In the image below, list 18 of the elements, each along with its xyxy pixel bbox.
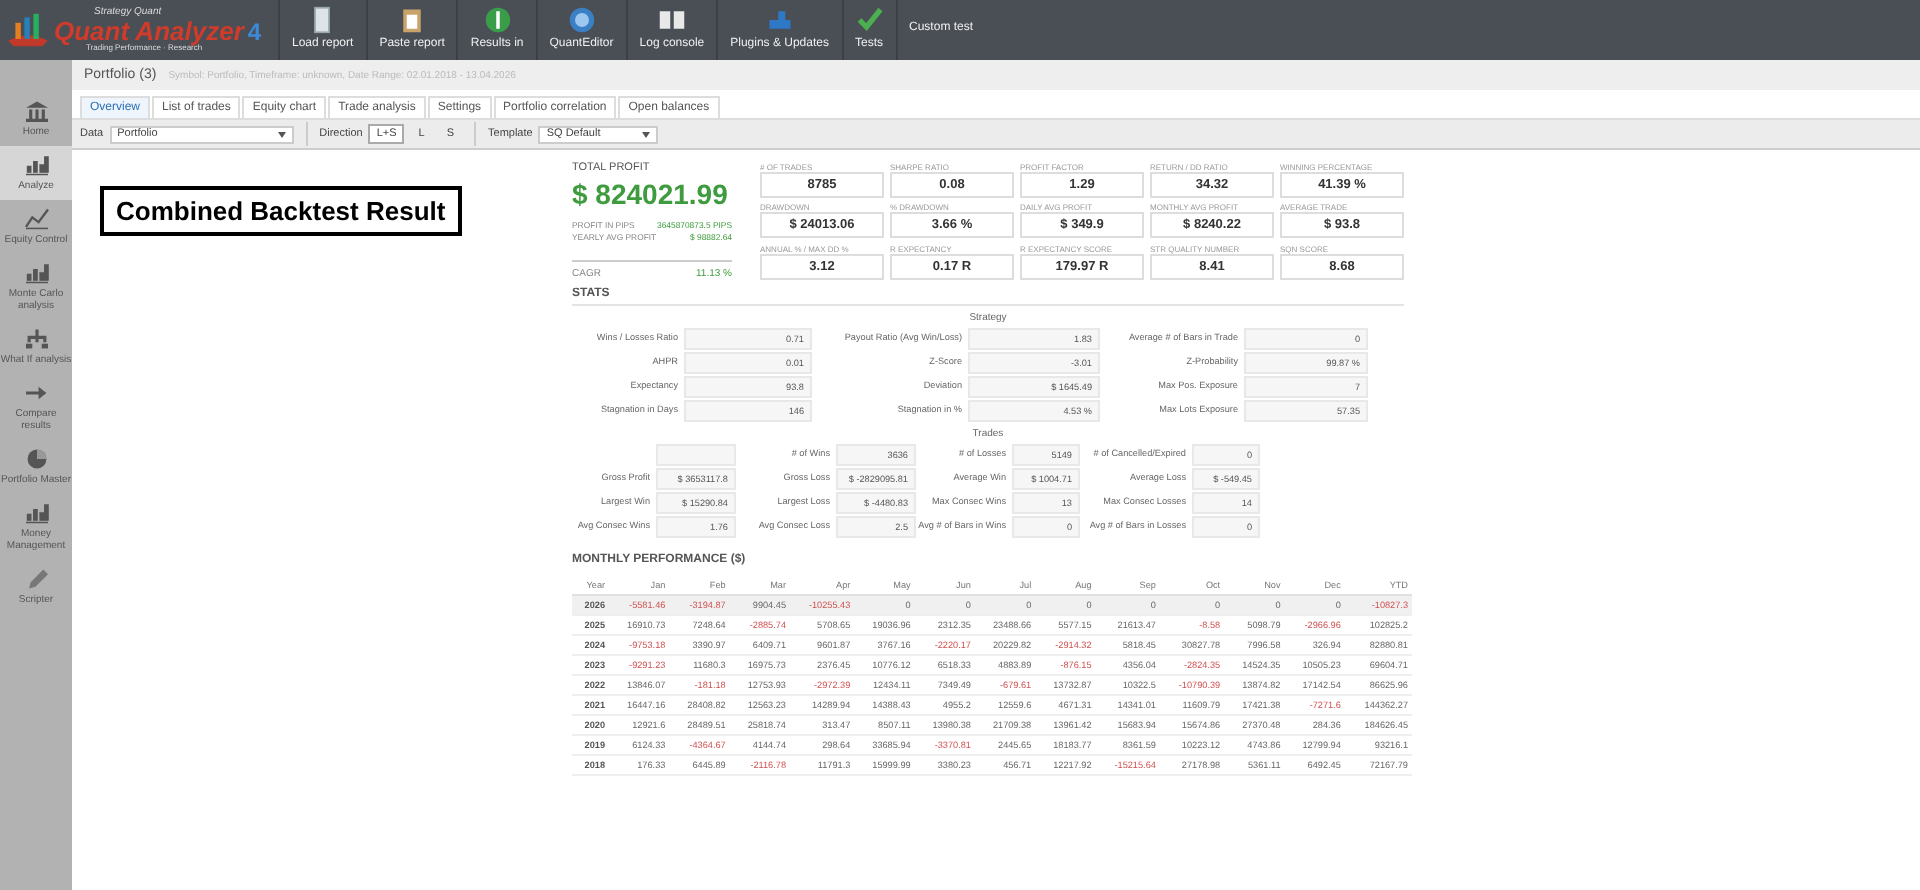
clipboard-icon — [398, 6, 427, 34]
caret-icon — [277, 131, 286, 137]
bar-chart-icon — [23, 502, 49, 524]
app-name: Quant Analyzer — [54, 18, 244, 44]
annotation-label: Combined Backtest Result — [100, 186, 462, 236]
hierarchy-icon — [23, 328, 49, 350]
app-version: 4 — [247, 20, 262, 44]
total-profit-value: $ 824021.99 — [572, 176, 730, 212]
pencil-icon — [23, 568, 49, 590]
caret-icon — [642, 131, 651, 137]
bank-icon — [23, 100, 49, 122]
book-icon — [657, 6, 686, 34]
logo-icon — [6, 12, 50, 48]
check-icon — [855, 6, 883, 34]
bar-chart-icon — [23, 154, 49, 176]
line-chart-icon — [23, 208, 49, 230]
pie-chart-icon — [23, 448, 49, 470]
bar-chart-icon — [23, 262, 49, 284]
